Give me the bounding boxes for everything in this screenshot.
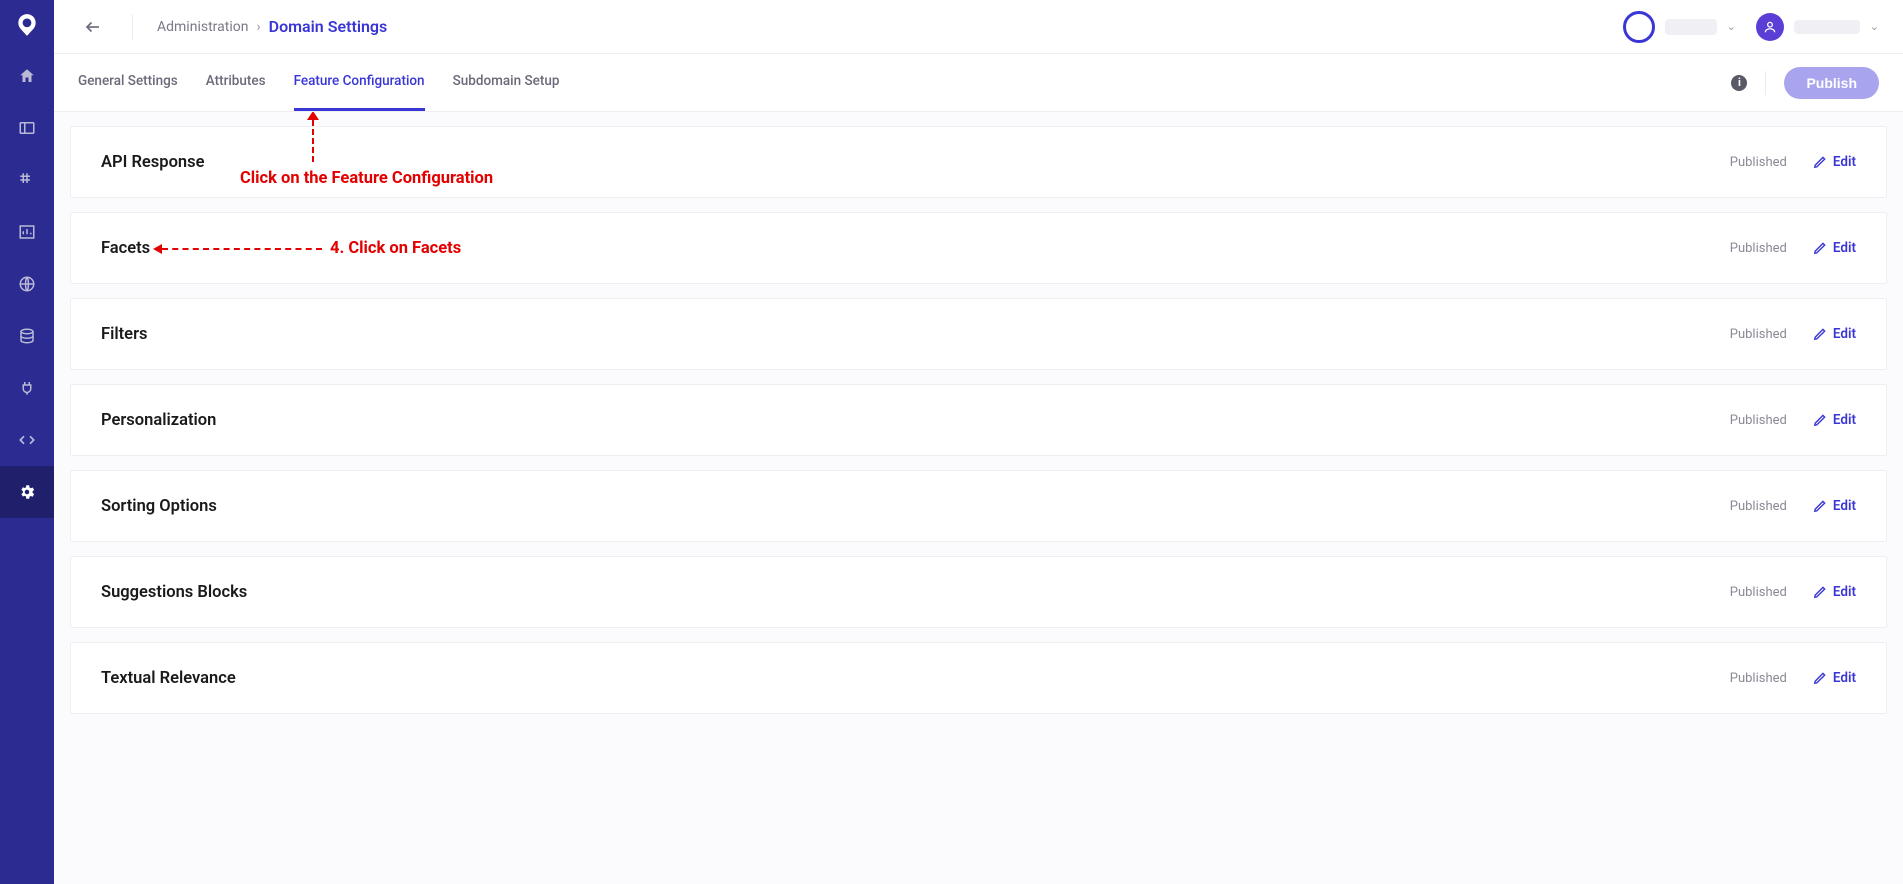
edit-button[interactable]: Edit: [1813, 584, 1856, 600]
card-personalization[interactable]: Personalization Published Edit: [70, 384, 1887, 456]
card-title: Sorting Options: [101, 497, 217, 516]
edit-label: Edit: [1833, 412, 1856, 428]
breadcrumb: Administration › Domain Settings: [157, 17, 387, 36]
sidebar-item-settings[interactable]: [0, 466, 54, 518]
edit-button[interactable]: Edit: [1813, 498, 1856, 514]
user-menu[interactable]: ⌄: [1756, 13, 1879, 41]
user-name: [1794, 20, 1860, 34]
pencil-icon: [1813, 327, 1827, 341]
card-api-response[interactable]: API Response Published Edit: [70, 126, 1887, 198]
annotation-text: 4. Click on Facets: [330, 239, 461, 258]
card-title: Personalization: [101, 411, 216, 430]
content-area: Click on the Feature Configuration API R…: [54, 112, 1903, 884]
card-facets[interactable]: Facets 4. Click on Facets Published Edit: [70, 212, 1887, 284]
back-button[interactable]: [78, 12, 108, 42]
app-logo[interactable]: [0, 0, 54, 50]
pencil-icon: [1813, 413, 1827, 427]
card-filters[interactable]: Filters Published Edit: [70, 298, 1887, 370]
edit-label: Edit: [1833, 240, 1856, 256]
card-sorting-options[interactable]: Sorting Options Published Edit: [70, 470, 1887, 542]
topbar: Administration › Domain Settings ⌄ ⌄: [54, 0, 1903, 54]
tab-general-settings[interactable]: General Settings: [78, 54, 178, 111]
edit-button[interactable]: Edit: [1813, 670, 1856, 686]
card-title: Filters: [101, 325, 148, 344]
edit-label: Edit: [1833, 498, 1856, 514]
breadcrumb-current: Domain Settings: [269, 17, 388, 36]
edit-button[interactable]: Edit: [1813, 154, 1856, 170]
card-textual-relevance[interactable]: Textual Relevance Published Edit: [70, 642, 1887, 714]
user-avatar-icon: [1756, 13, 1784, 41]
annotation-facets-hint: 4. Click on Facets: [153, 239, 461, 258]
pencil-icon: [1813, 241, 1827, 255]
tabs-bar: General Settings Attributes Feature Conf…: [54, 54, 1903, 112]
sidebar-item-globe[interactable]: [0, 258, 54, 310]
chevron-right-icon: ›: [256, 19, 260, 35]
annotation-arrow-left: [153, 244, 322, 254]
pencil-icon: [1813, 671, 1827, 685]
edit-button[interactable]: Edit: [1813, 240, 1856, 256]
status-badge: Published: [1730, 585, 1787, 600]
chevron-down-icon: ⌄: [1727, 20, 1736, 33]
edit-button[interactable]: Edit: [1813, 412, 1856, 428]
org-switcher[interactable]: ⌄: [1623, 11, 1736, 43]
sidebar-item-panels[interactable]: [0, 102, 54, 154]
sidebar-item-code[interactable]: [0, 414, 54, 466]
edit-label: Edit: [1833, 670, 1856, 686]
pencil-icon: [1813, 499, 1827, 513]
tab-feature-configuration[interactable]: Feature Configuration: [294, 54, 425, 111]
sidebar-item-plugins[interactable]: [0, 154, 54, 206]
status-badge: Published: [1730, 155, 1787, 170]
publish-button[interactable]: Publish: [1784, 67, 1879, 99]
card-suggestions-blocks[interactable]: Suggestions Blocks Published Edit: [70, 556, 1887, 628]
chevron-down-icon: ⌄: [1870, 20, 1879, 33]
status-badge: Published: [1730, 241, 1787, 256]
status-badge: Published: [1730, 671, 1787, 686]
sidebar-item-database[interactable]: [0, 310, 54, 362]
status-badge: Published: [1730, 499, 1787, 514]
pencil-icon: [1813, 585, 1827, 599]
edit-label: Edit: [1833, 326, 1856, 342]
card-title: API Response: [101, 153, 205, 172]
card-title: Suggestions Blocks: [101, 583, 247, 602]
sidebar-item-analytics[interactable]: [0, 206, 54, 258]
divider: [132, 14, 133, 40]
sidebar-item-home[interactable]: [0, 50, 54, 102]
card-title: Facets: [101, 239, 150, 258]
breadcrumb-parent[interactable]: Administration: [157, 19, 248, 35]
sidebar: [0, 0, 54, 884]
status-badge: Published: [1730, 327, 1787, 342]
divider: [1765, 71, 1766, 95]
info-icon[interactable]: i: [1731, 75, 1747, 91]
status-badge: Published: [1730, 413, 1787, 428]
card-title: Textual Relevance: [101, 669, 236, 688]
edit-button[interactable]: Edit: [1813, 326, 1856, 342]
org-name: [1665, 19, 1717, 35]
org-avatar-icon: [1623, 11, 1655, 43]
edit-label: Edit: [1833, 154, 1856, 170]
pencil-icon: [1813, 155, 1827, 169]
tab-subdomain-setup[interactable]: Subdomain Setup: [453, 54, 560, 111]
edit-label: Edit: [1833, 584, 1856, 600]
sidebar-item-plug[interactable]: [0, 362, 54, 414]
tab-attributes[interactable]: Attributes: [206, 54, 266, 111]
